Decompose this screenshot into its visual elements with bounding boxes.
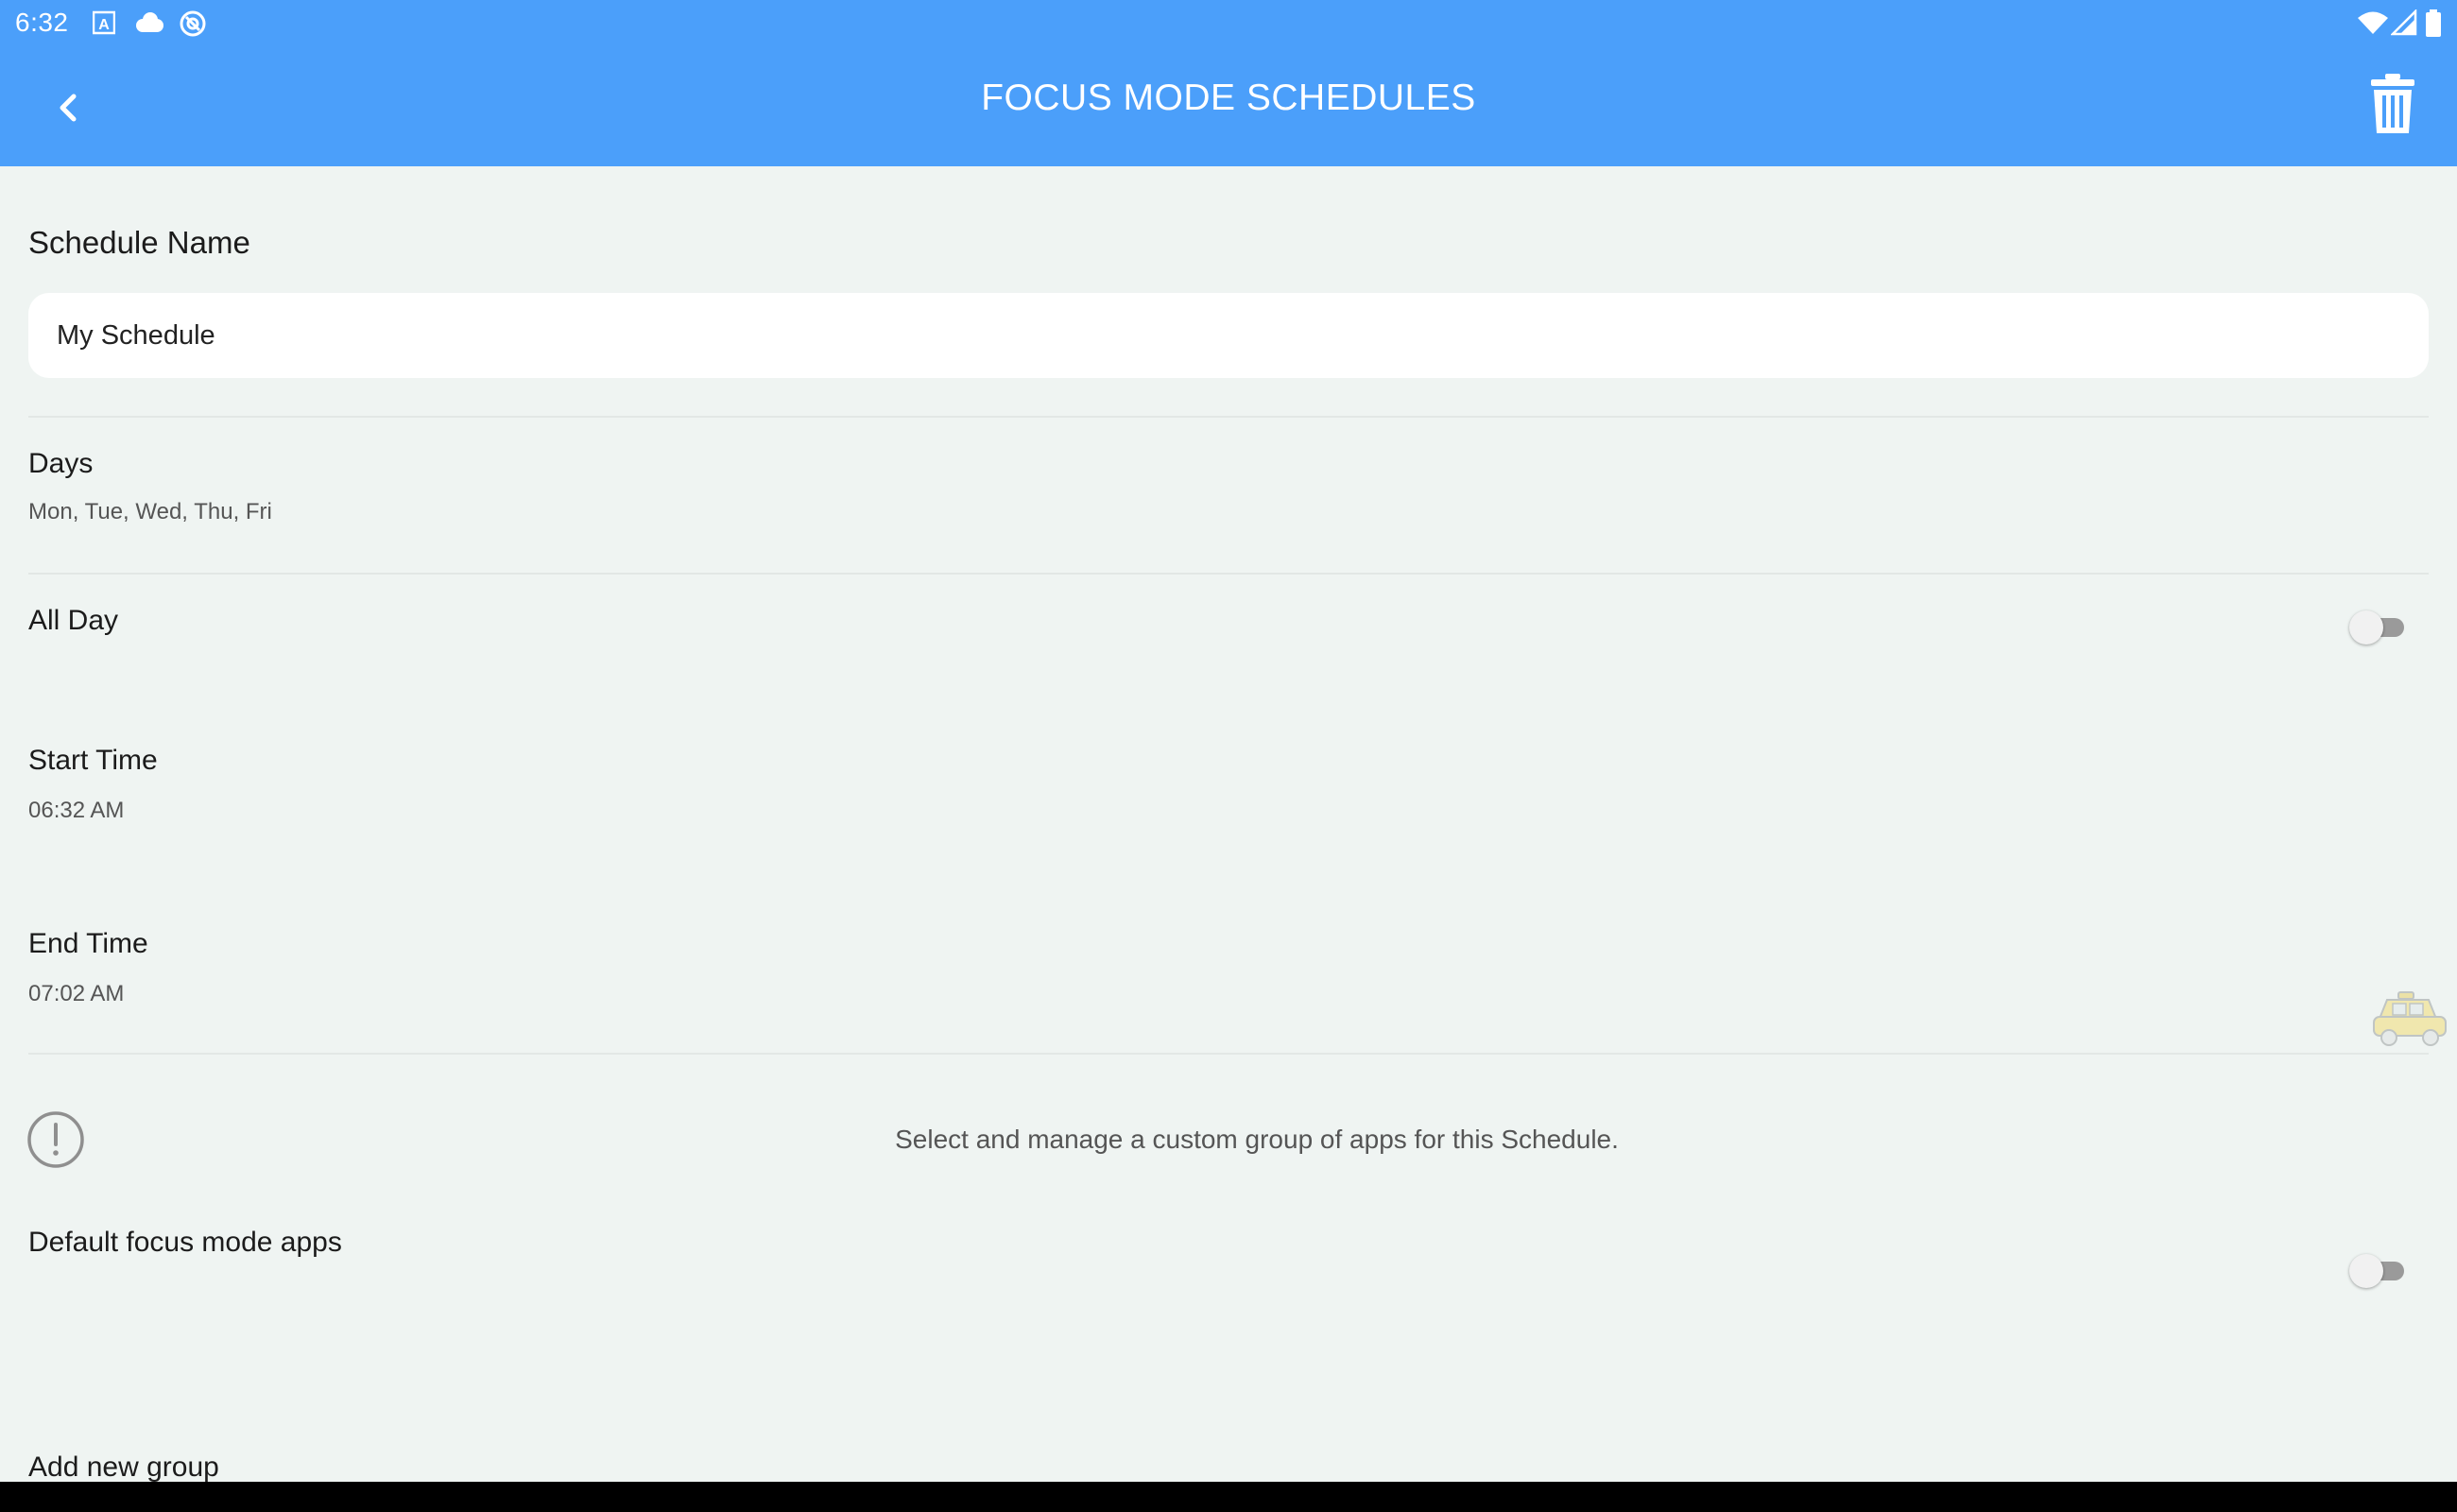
- signal-icon: [2389, 8, 2417, 38]
- days-label: Days: [28, 448, 94, 479]
- system-navigation-bar: [0, 1482, 2457, 1512]
- divider: [28, 416, 2429, 418]
- svg-text:A: A: [98, 17, 110, 33]
- default-apps-toggle[interactable]: [2349, 1252, 2404, 1288]
- cloud-icon: [132, 9, 164, 38]
- text-a-icon: A: [92, 9, 116, 38]
- all-day-toggle[interactable]: [2349, 609, 2404, 644]
- start-time-value: 06:32 AM: [28, 798, 125, 823]
- default-apps-label: Default focus mode apps: [28, 1227, 342, 1258]
- taxi-mascot-icon: [2372, 990, 2448, 1049]
- schedule-name-label: Schedule Name: [28, 225, 250, 260]
- all-day-label: All Day: [28, 605, 119, 636]
- battery-icon: [2425, 9, 2442, 38]
- end-time-label: End Time: [28, 928, 148, 959]
- end-time-value: 07:02 AM: [28, 981, 125, 1006]
- days-value: Mon, Tue, Wed, Thu, Fri: [28, 499, 272, 524]
- page-title: FOCUS MODE SCHEDULES: [981, 77, 1476, 118]
- trash-icon: [2368, 73, 2417, 140]
- start-time-label: Start Time: [28, 745, 158, 776]
- divider: [28, 1053, 2429, 1055]
- add-new-group-button[interactable]: Add new group: [28, 1452, 219, 1484]
- toggle-knob: [2349, 1254, 2383, 1288]
- schedule-name-input[interactable]: [28, 293, 2429, 378]
- status-bar: 6:32 A: [0, 0, 2457, 47]
- wifi-icon: [2357, 9, 2389, 38]
- delete-schedule-button[interactable]: [2355, 68, 2431, 144]
- at-sync-icon: [178, 9, 208, 38]
- custom-group-info-text: Select and manage a custom group of apps…: [895, 1125, 1619, 1154]
- app-bar: FOCUS MODE SCHEDULES: [0, 47, 2457, 166]
- toggle-knob: [2349, 610, 2383, 644]
- divider: [28, 573, 2429, 575]
- status-time: 6:32: [15, 8, 69, 37]
